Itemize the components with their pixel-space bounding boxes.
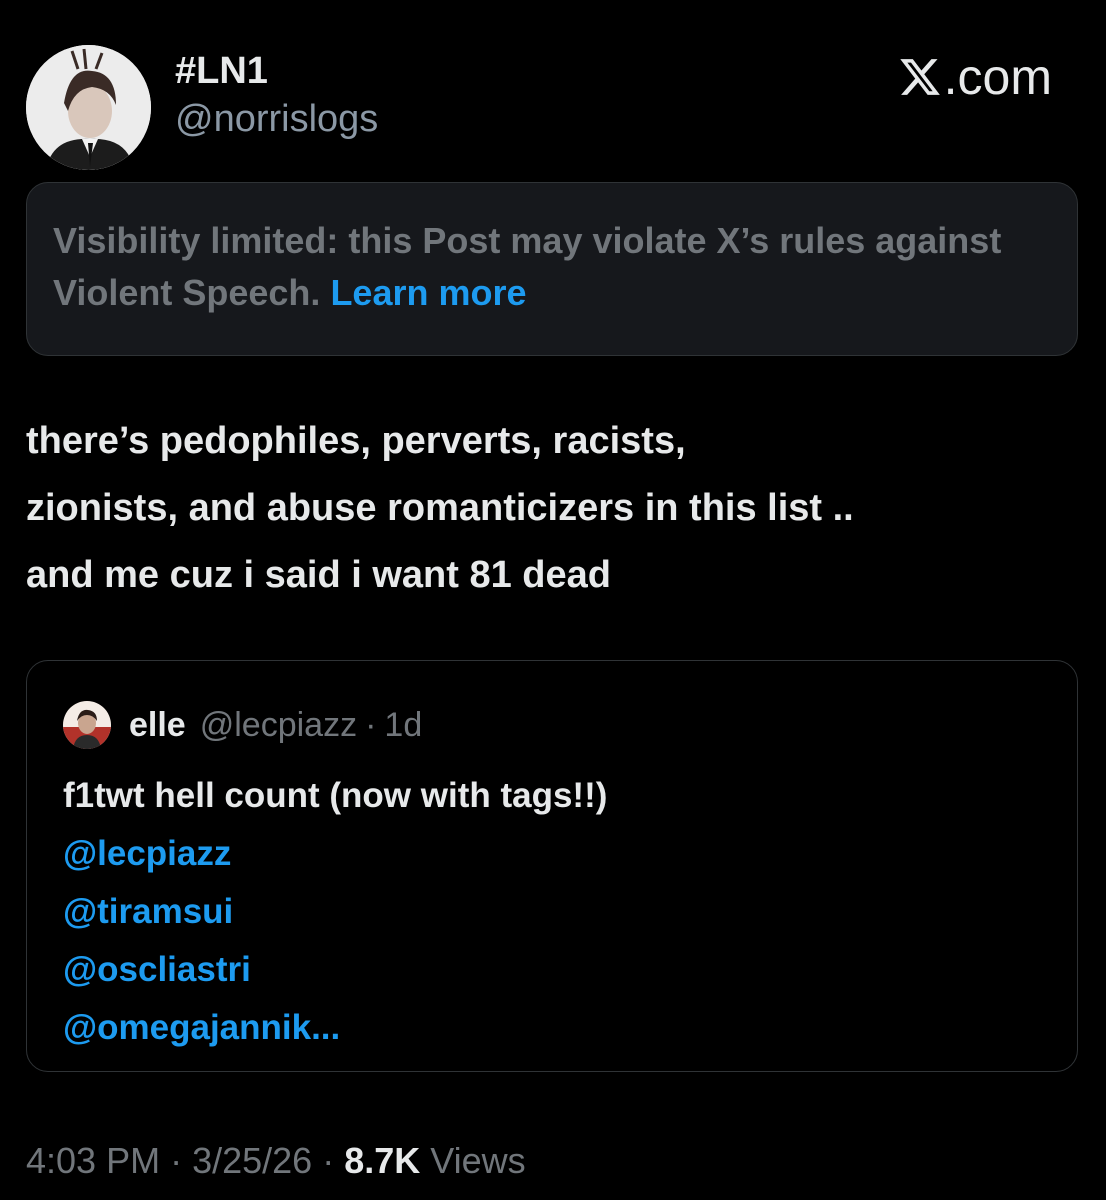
quoted-timestamp[interactable]: 1d (384, 706, 422, 745)
post-text-line: and me cuz i said i want 81 dead (26, 554, 611, 596)
quoted-author-avatar[interactable] (63, 701, 111, 749)
brand-domain: .com (943, 49, 1052, 105)
meta-separator: · (170, 1140, 183, 1181)
mention-link[interactable]: @lecpiazz (63, 825, 607, 883)
meta-separator: · (322, 1140, 335, 1181)
quoted-post-text: f1twt hell count (now with tags!!) (63, 776, 608, 815)
quoted-avatar-image (63, 701, 111, 749)
quoted-post-body: f1twt hell count (now with tags!!) @lecp… (63, 767, 607, 1057)
mention-link[interactable]: @oscliastri (63, 941, 607, 999)
x-brand-watermark: .com (898, 48, 1052, 106)
author-handle[interactable]: @norrislogs (175, 98, 378, 141)
post-date[interactable]: 3/25/26 (192, 1140, 312, 1182)
post-header: #LN1 @norrislogs .com (26, 40, 1080, 170)
post-meta: 4:03 PM · 3/25/26 · 8.7K Views (26, 1140, 526, 1182)
avatar-image (26, 45, 151, 170)
post-text-line: zionists, and abuse romanticizers in thi… (26, 487, 854, 529)
quoted-author-handle[interactable]: @lecpiazz (200, 706, 357, 745)
quoted-author-name[interactable]: elle (129, 706, 186, 745)
learn-more-link[interactable]: Learn more (330, 272, 526, 313)
visibility-limited-notice: Visibility limited: this Post may violat… (26, 182, 1078, 356)
x-logo-icon (899, 59, 940, 95)
mention-link[interactable]: @tiramsui (63, 883, 607, 941)
post-text-line: there’s pedophiles, perverts, racists, (26, 420, 686, 462)
quoted-separator: · (365, 705, 377, 744)
quoted-post[interactable]: elle @lecpiazz · 1d f1twt hell count (no… (26, 660, 1078, 1072)
post-time[interactable]: 4:03 PM (26, 1140, 160, 1182)
post-body: there’s pedophiles, perverts, racists, z… (26, 408, 1086, 609)
mention-link[interactable]: @omegajannik... (63, 999, 607, 1057)
views-label: Views (430, 1140, 526, 1181)
notice-text: Visibility limited: this Post may violat… (53, 220, 1002, 313)
quoted-post-header: elle @lecpiazz · 1d (63, 701, 422, 749)
author-avatar[interactable] (26, 45, 151, 170)
author-name[interactable]: #LN1 (175, 50, 268, 93)
views-count[interactable]: 8.7K (344, 1140, 420, 1182)
